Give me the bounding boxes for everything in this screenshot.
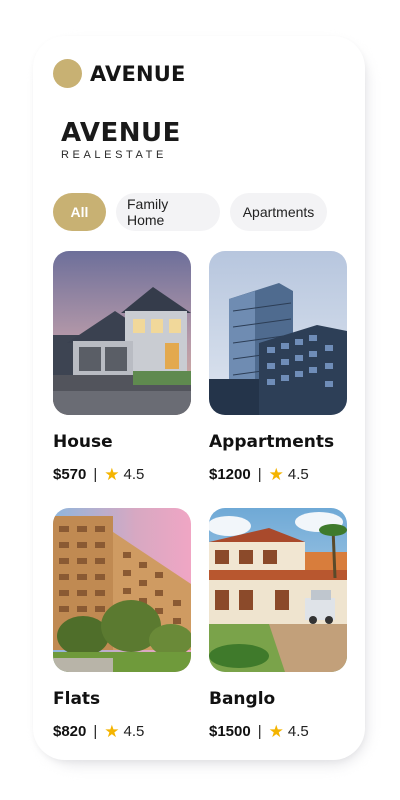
listing-rating: 4.5 <box>123 723 145 740</box>
logo-tagline: REALESTATE <box>61 149 167 161</box>
listing-meta: $570 | ★ 4.5 <box>53 466 191 483</box>
listing-price: $570 <box>53 466 87 483</box>
listing-title: Appartments <box>209 432 335 452</box>
phone-screen: AVENUE AVENUE REALESTATE All Family Home… <box>33 36 365 760</box>
tower-photo[interactable] <box>209 251 347 415</box>
meta-separator: | <box>93 466 98 483</box>
bungalow-photo[interactable] <box>209 508 347 672</box>
flats-photo[interactable] <box>53 508 191 672</box>
listing-title: Banglo <box>209 689 276 709</box>
house-photo[interactable] <box>53 251 191 415</box>
listing-card-appartments[interactable]: Appartments $1200 | ★ 4.5 <box>209 251 347 483</box>
listing-price: $820 <box>53 723 87 740</box>
filter-chip-family-home[interactable]: Family Home <box>116 193 220 231</box>
logo-wordmark: AVENUE <box>61 118 181 148</box>
meta-separator: | <box>93 723 98 740</box>
meta-separator: | <box>257 723 262 740</box>
star-icon: ★ <box>268 722 284 741</box>
star-icon: ★ <box>104 722 120 741</box>
listing-rating: 4.5 <box>287 723 309 740</box>
filter-chip-all[interactable]: All <box>53 193 106 231</box>
filter-chips: All Family Home Apartments <box>53 193 327 231</box>
brand-logo: AVENUE REALESTATE <box>61 118 201 161</box>
brand-name: AVENUE <box>90 61 186 86</box>
listing-title: Flats <box>53 689 101 709</box>
listing-card-house[interactable]: House $570 | ★ 4.5 <box>53 251 191 483</box>
app-header: AVENUE <box>53 59 186 88</box>
listing-price: $1200 <box>209 466 251 483</box>
listing-card-flats[interactable]: Flats $820 | ★ 4.5 <box>53 508 191 740</box>
meta-separator: | <box>257 466 262 483</box>
listing-title: House <box>53 432 113 452</box>
listing-rating: 4.5 <box>287 466 309 483</box>
star-icon: ★ <box>104 465 120 484</box>
listing-meta: $820 | ★ 4.5 <box>53 723 191 740</box>
listing-meta: $1500 | ★ 4.5 <box>209 723 347 740</box>
listing-rating: 4.5 <box>123 466 145 483</box>
filter-chip-apartments[interactable]: Apartments <box>230 193 327 231</box>
listing-card-banglo[interactable]: Banglo $1500 | ★ 4.5 <box>209 508 347 740</box>
star-icon: ★ <box>268 465 284 484</box>
listing-meta: $1200 | ★ 4.5 <box>209 466 347 483</box>
logo-dot-icon <box>53 59 82 88</box>
listing-price: $1500 <box>209 723 251 740</box>
